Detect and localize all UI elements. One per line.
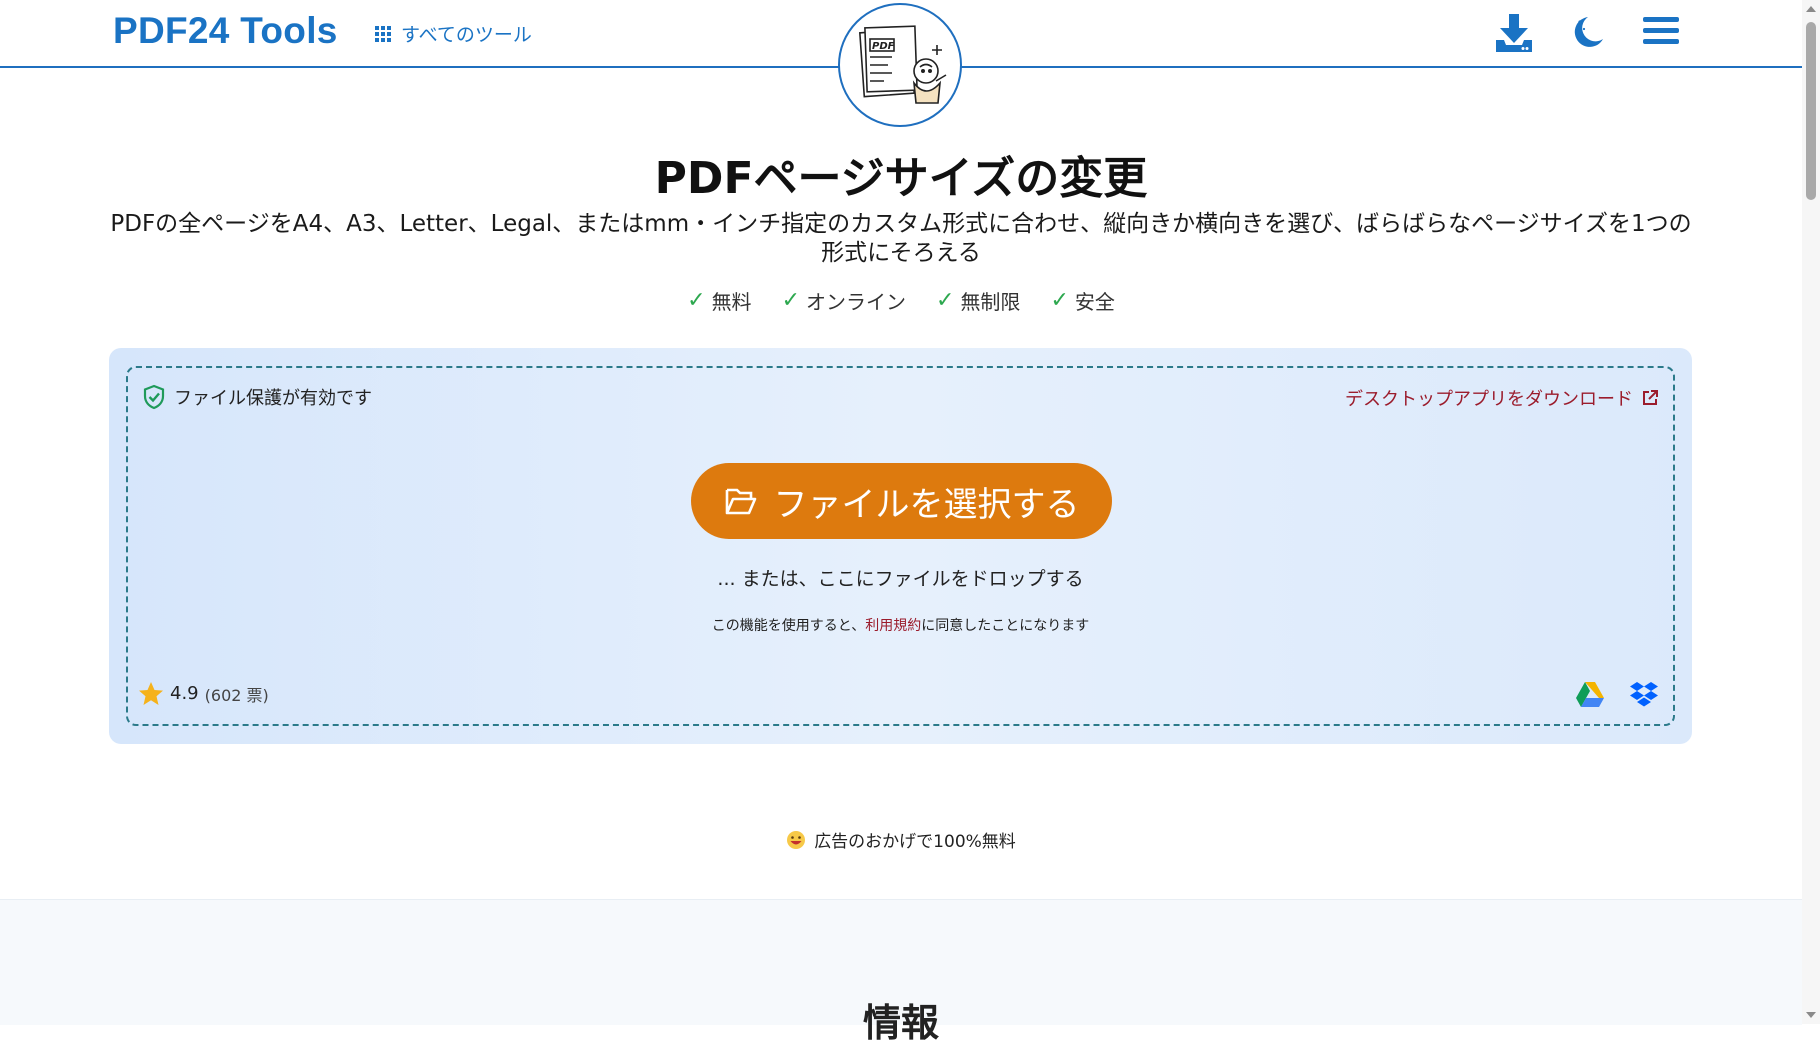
google-drive-icon[interactable] [1575,681,1605,713]
check-icon: ✓ [687,288,706,313]
terms-prefix: この機能を使用すると、 [711,618,866,634]
drop-hint: ... または、ここにファイルをドロップする [717,568,1084,590]
check-icon: ✓ [1050,288,1069,313]
file-protection-status: ファイル保護が有効です [142,384,372,410]
all-tools-label: すべてのツール [401,24,532,46]
check-icon: ✓ [781,288,800,313]
scroll-up-arrow-icon[interactable] [1806,6,1816,12]
menu-icon[interactable] [1643,12,1679,54]
all-tools-link[interactable]: すべてのツール [375,20,532,47]
terms-suffix: に同意したことになります [921,618,1090,634]
file-dropzone[interactable]: ファイル保護が有効です デスクトップアプリをダウンロード ファイルを選択する .… [126,366,1675,726]
page-subtitle: PDFの全ページをA4、A3、Letter、Legal、またはmm・インチ指定の… [110,211,1692,266]
ad-supported-note: 広告のおかげで100%無料 [0,827,1802,852]
scroll-down-arrow-icon[interactable] [1806,1012,1816,1018]
feature-item: ✓ 無料 [687,286,751,315]
scrollbar[interactable] [1802,0,1820,1024]
feature-item: ✓ 無制限 [936,286,1020,315]
file-protection-label: ファイル保護が有効です [174,388,372,409]
feature-label: 無制限 [960,290,1021,314]
info-section: 情報 [0,899,1802,1045]
mascot-illustration: PDF [838,3,962,127]
dropbox-icon[interactable] [1629,681,1659,713]
feature-item: ✓ 安全 [1050,286,1114,315]
info-title: 情報 [862,1001,939,1045]
shield-check-icon [143,384,165,410]
feature-label: 安全 [1074,290,1115,314]
choose-file-button[interactable]: ファイルを選択する [691,463,1112,539]
check-icon: ✓ [936,288,955,313]
grid-icon [375,25,391,42]
upload-panel: ファイル保護が有効です デスクトップアプリをダウンロード ファイルを選択する .… [109,348,1692,744]
external-link-icon [1643,390,1658,405]
desktop-app-label: デスクトップアプリをダウンロード [1345,389,1633,410]
terms-link[interactable]: 利用規約 [865,618,921,634]
star-icon [139,682,163,705]
download-icon[interactable] [1494,12,1534,58]
ad-note-text: 広告のおかげで100%無料 [814,832,1016,852]
desktop-app-link[interactable]: デスクトップアプリをダウンロード [1345,385,1659,411]
svg-text:PDF: PDF [872,41,895,52]
page-title: PDFページサイズの変更 [654,153,1148,204]
folder-open-icon [725,488,756,515]
moon-icon[interactable] [1571,12,1607,56]
feature-item: ✓ オンライン [782,286,906,315]
feature-label: 無料 [711,290,752,314]
terms-notice: この機能を使用すると、利用規約に同意したことになります [128,615,1673,635]
feature-label: オンライン [806,290,906,314]
cloud-import-icons [1575,681,1659,713]
feature-list: ✓ 無料 ✓ オンライン ✓ 無制限 ✓ 安全 [0,286,1802,315]
rating-value: 4.9 [170,683,199,704]
site-logo[interactable]: PDF24 Tools [113,10,338,52]
rating[interactable]: 4.9 (602 票) [138,681,269,706]
smiley-emoji-icon [787,830,806,849]
rating-votes: (602 票) [204,685,269,705]
scrollbar-thumb[interactable] [1806,22,1816,200]
choose-file-label: ファイルを選択する [773,484,1080,525]
